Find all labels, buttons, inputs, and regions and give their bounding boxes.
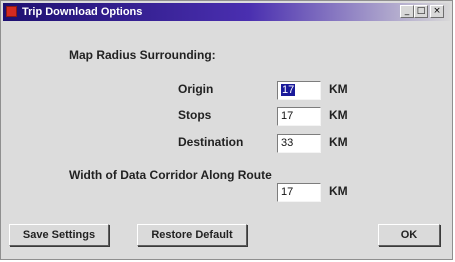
trip-download-options-window: Trip Download Options _ □ × Map Radius S…	[0, 0, 453, 260]
restore-default-button[interactable]: Restore Default	[137, 224, 247, 246]
origin-unit: KM	[329, 82, 348, 96]
ok-button[interactable]: OK	[378, 224, 440, 246]
corridor-heading: Width of Data Corridor Along Route	[69, 168, 272, 182]
destination-unit: KM	[329, 135, 348, 149]
origin-radius-input[interactable]: 17	[277, 81, 321, 100]
map-radius-heading: Map Radius Surrounding:	[69, 48, 216, 62]
stops-unit: KM	[329, 108, 348, 122]
close-button[interactable]: ×	[430, 5, 444, 18]
stops-radius-input[interactable]: 17	[277, 107, 321, 126]
stops-label: Stops	[178, 108, 212, 122]
window-title: Trip Download Options	[22, 6, 143, 18]
origin-label: Origin	[178, 82, 214, 96]
corridor-unit: KM	[329, 184, 348, 198]
destination-label: Destination	[178, 135, 244, 149]
app-icon	[6, 6, 17, 17]
save-settings-button[interactable]: Save Settings	[9, 224, 109, 246]
title-bar[interactable]: Trip Download Options _ □ ×	[3, 3, 450, 21]
minimize-button[interactable]: _	[400, 5, 414, 18]
maximize-button[interactable]: □	[414, 5, 428, 18]
corridor-width-input[interactable]: 17	[277, 183, 321, 202]
dialog-content: Map Radius Surrounding: Origin 17 KM Sto…	[3, 22, 450, 258]
origin-radius-value: 17	[281, 84, 296, 96]
destination-radius-input[interactable]: 33	[277, 134, 321, 153]
